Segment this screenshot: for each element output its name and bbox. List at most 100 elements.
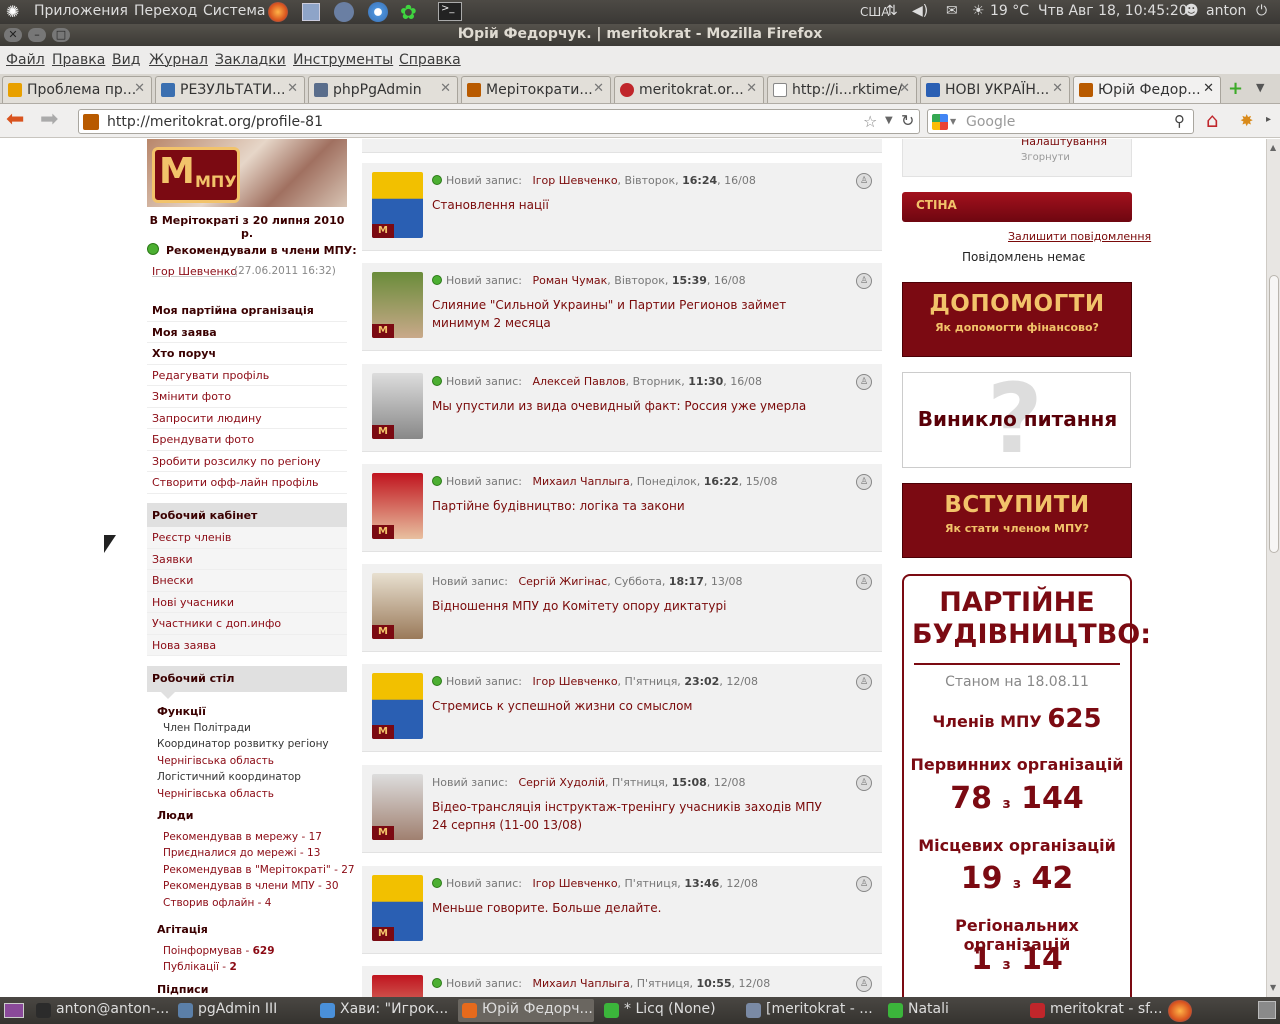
- close-tab-icon[interactable]: ✕: [134, 81, 145, 96]
- volume-icon[interactable]: ◀): [912, 3, 928, 19]
- home-icon[interactable]: ⌂: [1206, 109, 1219, 131]
- link-member-registry[interactable]: Реєстр членів: [147, 527, 347, 549]
- search-box[interactable]: ▼ Google ⚲: [927, 109, 1194, 134]
- pgadmin-launcher-icon[interactable]: [334, 2, 354, 22]
- wall-header[interactable]: СТІНА: [902, 192, 1132, 222]
- like-icon[interactable]: ♙: [856, 876, 872, 892]
- cabinet-header[interactable]: Робочий кабінет: [147, 503, 347, 527]
- tab-7[interactable]: НОВІ УКРАЇН... ✕: [920, 76, 1070, 103]
- terminal-launcher-icon[interactable]: >_: [438, 2, 462, 21]
- taskbar-item[interactable]: meritokrat - sf...: [1026, 999, 1162, 1022]
- close-tab-icon[interactable]: ✕: [1203, 81, 1214, 96]
- addon-icon[interactable]: ✸: [1240, 111, 1253, 130]
- tab-list-icon[interactable]: ▼: [1256, 81, 1264, 94]
- taskbar-item[interactable]: * Licq (None): [600, 999, 736, 1022]
- like-icon[interactable]: ♙: [856, 374, 872, 390]
- feed-author-link[interactable]: Сергій Жигінас: [518, 575, 607, 588]
- leave-message-link[interactable]: Залишити повідомлення: [1008, 230, 1151, 243]
- question-banner[interactable]: ? Виникло питання: [902, 372, 1131, 468]
- search-input[interactable]: Google: [966, 114, 1015, 130]
- back-icon[interactable]: ⬅: [6, 108, 24, 132]
- scroll-down-icon[interactable]: ▼: [1270, 983, 1276, 992]
- taskbar-item[interactable]: Юрій Федорч...: [458, 999, 594, 1022]
- link-who-nearby[interactable]: Хто поруч: [147, 343, 347, 365]
- minimize-window-button[interactable]: –: [28, 28, 46, 42]
- link-new-members[interactable]: Нові учасники: [147, 592, 347, 613]
- chrome-launcher-icon[interactable]: [368, 2, 388, 22]
- close-tab-icon[interactable]: ✕: [1052, 81, 1063, 96]
- recommender-link[interactable]: Ігор Шевченко: [152, 265, 237, 278]
- author-avatar[interactable]: M: [372, 774, 423, 840]
- like-icon[interactable]: ♙: [856, 173, 872, 189]
- link-my-application[interactable]: Моя заява: [147, 322, 347, 343]
- link-invite-person[interactable]: Запросити людину: [147, 408, 347, 429]
- menu-history[interactable]: Журнал: [149, 52, 208, 68]
- google-icon[interactable]: [932, 114, 948, 130]
- tab-4[interactable]: Мерітократи... ✕: [461, 76, 611, 103]
- author-avatar[interactable]: M: [372, 373, 423, 439]
- overflow-icon[interactable]: ▸: [1266, 114, 1271, 125]
- user-name[interactable]: anton: [1206, 3, 1246, 19]
- clock[interactable]: Чтв Авг 18, 10:45:20: [1038, 3, 1188, 19]
- firefox-launcher-icon[interactable]: [268, 2, 288, 22]
- trash-icon[interactable]: [1258, 1001, 1276, 1019]
- like-icon[interactable]: ♙: [856, 775, 872, 791]
- agitation-publications[interactable]: Публікації - 2: [163, 961, 237, 973]
- engine-dropdown-icon[interactable]: ▼: [950, 117, 956, 126]
- url-dropdown-icon[interactable]: ▼: [885, 115, 893, 126]
- author-avatar[interactable]: M: [372, 573, 423, 639]
- tab-1[interactable]: Проблема пр... ✕: [2, 76, 152, 103]
- function-region-link[interactable]: Чернігівська область: [157, 788, 274, 800]
- close-tab-icon[interactable]: ✕: [440, 81, 451, 96]
- function-region-link[interactable]: Чернігівська область: [157, 755, 274, 767]
- menu-view[interactable]: Вид: [112, 52, 140, 68]
- link-contributions[interactable]: Внески: [147, 570, 347, 592]
- tab-2[interactable]: РЕЗУЛЬТАТИ... ✕: [155, 76, 305, 103]
- collapse-link[interactable]: Згорнути: [1021, 152, 1070, 163]
- feed-post-link[interactable]: Становлення нації: [432, 196, 832, 214]
- link-applications[interactable]: Заявки: [147, 549, 347, 570]
- feed-post-link[interactable]: Стремись к успешной жизни со смыслом: [432, 697, 832, 715]
- taskbar-item[interactable]: [meritokrat - ...: [742, 999, 878, 1022]
- system-menu-places[interactable]: Переход: [134, 3, 197, 19]
- menu-edit[interactable]: Правка: [52, 52, 105, 68]
- link-members-extra-info[interactable]: Участники с доп.инфо: [147, 613, 347, 635]
- tab-6[interactable]: http://i...rktime/✕: [767, 76, 917, 103]
- taskbar-item[interactable]: Хави: "Игрок...: [316, 999, 452, 1022]
- agitation-informed[interactable]: Поінформував - 629: [163, 945, 275, 957]
- link-new-application[interactable]: Нова заява: [147, 635, 347, 656]
- link-my-party-org[interactable]: Моя партійна організація: [147, 300, 347, 322]
- new-tab-icon[interactable]: +: [1228, 80, 1243, 98]
- link-create-offline-profile[interactable]: Створити офф-лайн профіль: [147, 472, 347, 494]
- reload-icon[interactable]: ↻: [901, 111, 914, 130]
- menu-file[interactable]: Файл: [6, 52, 45, 68]
- link-brand-photo[interactable]: Брендувати фото: [147, 429, 347, 451]
- people-item[interactable]: Створив офлайн - 4: [163, 897, 271, 909]
- maximize-window-button[interactable]: □: [52, 28, 70, 42]
- like-icon[interactable]: ♙: [856, 273, 872, 289]
- mail-icon[interactable]: ✉: [946, 3, 958, 19]
- package-launcher-icon[interactable]: [302, 3, 320, 21]
- author-avatar[interactable]: M: [372, 875, 423, 941]
- feed-post-link[interactable]: Відео-трансляція інструктаж-тренінгу уча…: [432, 798, 832, 834]
- author-avatar[interactable]: M: [372, 172, 423, 238]
- like-icon[interactable]: ♙: [856, 574, 872, 590]
- feed-author-link[interactable]: Михаил Чаплыга: [532, 475, 629, 488]
- feed-author-link[interactable]: Михаил Чаплыга: [532, 977, 629, 990]
- like-icon[interactable]: ♙: [856, 674, 872, 690]
- like-icon[interactable]: ♙: [856, 976, 872, 992]
- menu-tools[interactable]: Инструменты: [293, 52, 393, 68]
- network-icon[interactable]: ⇅: [886, 3, 898, 19]
- tab-3[interactable]: phpPgAdmin ✕: [308, 76, 458, 103]
- url-bar[interactable]: http://meritokrat.org/profile-81 ☆ ▼ ↻: [78, 109, 920, 134]
- system-menu-apps[interactable]: Приложения: [34, 3, 128, 19]
- feed-post-link[interactable]: Меньше говорите. Больше делайте.: [432, 899, 832, 917]
- feed-author-link[interactable]: Ігор Шевченко: [532, 675, 617, 688]
- system-menu-system[interactable]: Система: [203, 3, 265, 19]
- author-avatar[interactable]: M: [372, 975, 423, 997]
- bookmark-star-icon[interactable]: ☆: [863, 112, 877, 131]
- close-tab-icon[interactable]: ✕: [746, 81, 757, 96]
- feed-author-link[interactable]: Ігор Шевченко: [532, 877, 617, 890]
- keyboard-layout[interactable]: США: [860, 5, 889, 19]
- taskbar-item[interactable]: Natali: [884, 999, 1020, 1022]
